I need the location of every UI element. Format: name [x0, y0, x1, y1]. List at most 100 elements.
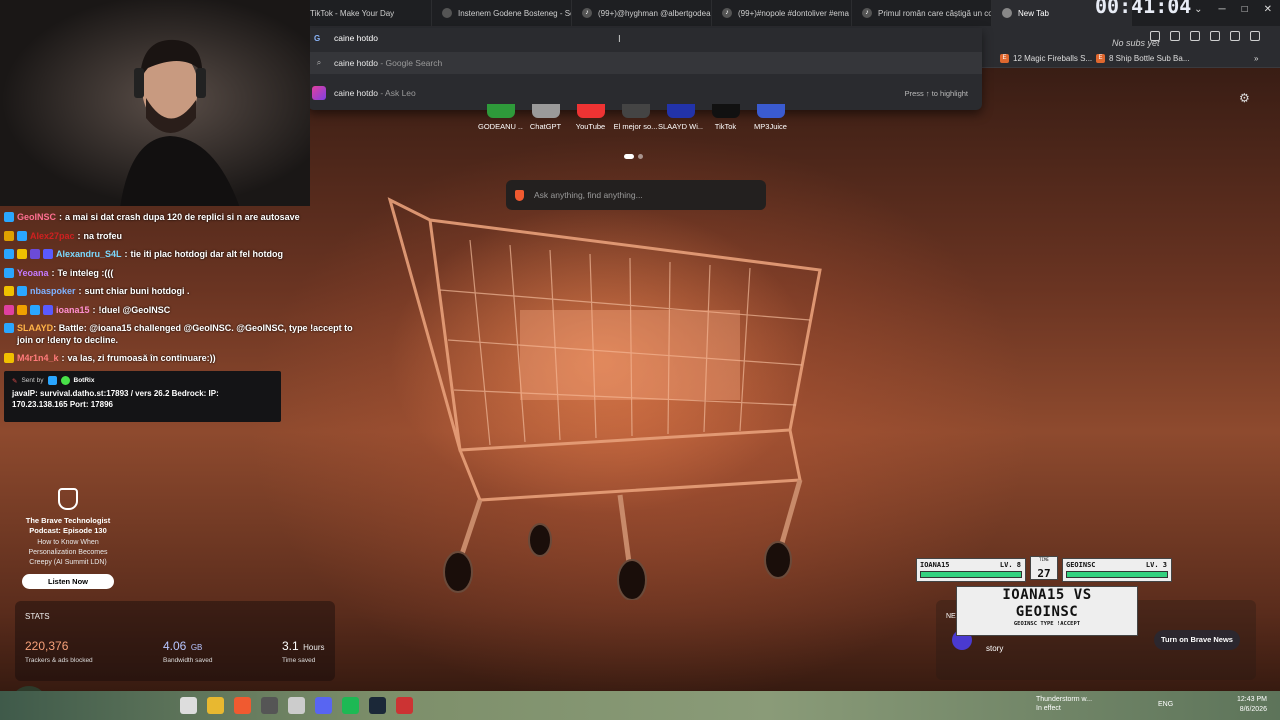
site-label: MP3Juice: [754, 122, 787, 131]
menu-icon[interactable]: [1250, 31, 1260, 41]
tiktok-icon: ♪: [582, 8, 592, 18]
discord-icon[interactable]: [315, 697, 332, 714]
weather-widget[interactable]: Thunderstorm w... In effect: [1036, 695, 1092, 713]
taskbar-apps: [180, 697, 413, 714]
listen-now-button[interactable]: Listen Now: [22, 574, 114, 589]
maximize-icon[interactable]: □: [1242, 4, 1248, 15]
app-icon[interactable]: [288, 697, 305, 714]
bookmark-icon: E: [1096, 54, 1105, 63]
badge-icon: [30, 249, 40, 259]
app-icon[interactable]: [261, 697, 278, 714]
top-sites-pager[interactable]: [624, 154, 643, 159]
chat-username: SLAAYD: [17, 323, 54, 333]
search-box[interactable]: Ask anything, find anything...: [506, 180, 766, 210]
site-label: GODEANU ...: [478, 122, 523, 131]
site-label: YouTube: [575, 122, 606, 131]
omnibox-dropdown: G caine hotdo I ⌕ caine hotdo - Google S…: [308, 28, 982, 110]
minimize-icon[interactable]: ─: [1218, 4, 1225, 15]
tab-1[interactable]: Instenem Godene Bosteneg - So: [432, 0, 572, 26]
close-icon[interactable]: ✕: [1264, 4, 1272, 15]
hp-fill: [921, 572, 1021, 577]
extensions-icon[interactable]: [1150, 31, 1160, 41]
site-label: ChatGPT: [529, 122, 562, 131]
chat-username: ioana15: [56, 304, 90, 315]
site-icon: [666, 104, 695, 118]
address-input[interactable]: caine hotdo: [334, 33, 378, 43]
timer-label: TIME: [1039, 557, 1049, 562]
weather-sub: In effect: [1036, 705, 1061, 712]
toolbar-icons: [1150, 31, 1260, 41]
stat-label: Bandwidth saved: [163, 657, 213, 664]
chevron-down-icon[interactable]: ⌄: [1194, 4, 1202, 15]
tab-3[interactable]: ♪ (99+)#nopole #dontoliver #ema: [712, 0, 852, 26]
sidebar-icon[interactable]: [1190, 31, 1200, 41]
chat-username: Alex27pac: [30, 230, 75, 241]
stats-title: STATS: [25, 612, 50, 621]
bookmarks-overflow-icon[interactable]: »: [1254, 54, 1258, 63]
address-bar[interactable]: G caine hotdo I: [308, 28, 982, 48]
window-controls: ⌄ ─ □ ✕: [1194, 4, 1272, 15]
tab-label: Instenem Godene Bosteneg - So: [458, 8, 572, 18]
duel-timer: TIME 27: [1030, 556, 1058, 580]
top-site[interactable]: El mejor so...: [613, 104, 658, 131]
search-placeholder: Ask anything, find anything...: [534, 190, 643, 200]
suggestion-google-search[interactable]: ⌕ caine hotdo - Google Search: [308, 52, 982, 74]
chat-text: tie iti plac hotdogi dar alt fel hotdog: [130, 249, 284, 259]
language-indicator[interactable]: ENG: [1158, 701, 1173, 708]
badge-icon: [4, 230, 14, 241]
brave-icon[interactable]: [234, 697, 251, 714]
wallet-icon[interactable]: [1210, 31, 1220, 41]
stat-value: 220,376: [25, 639, 69, 653]
badge-icon: [17, 230, 27, 241]
top-site[interactable]: GODEANU ...: [478, 104, 523, 131]
top-site[interactable]: ChatGPT: [523, 104, 568, 131]
tab-label: (99+)#nopole #dontoliver #ema: [738, 8, 849, 18]
task-view-icon[interactable]: [180, 697, 197, 714]
player-two-panel: GEOINSC LV. 3: [1062, 558, 1172, 582]
chat-username: M4r1n4_k: [17, 353, 59, 363]
site-icon: [621, 104, 650, 118]
google-icon: G: [314, 34, 321, 43]
chat-colon: :: [78, 286, 82, 296]
top-sites: GODEANU ... ChatGPT YouTube El mejor so.…: [478, 104, 793, 131]
chat-text: Battle: @ioana15 challenged @GeoINSC. @G…: [17, 323, 353, 345]
bookmark-label: 8 Ship Bottle Sub Ba...: [1109, 54, 1190, 63]
gear-icon[interactable]: ⚙: [1239, 91, 1250, 105]
obs-icon[interactable]: [396, 697, 413, 714]
site-icon: [576, 104, 605, 118]
system-clock[interactable]: 12:43 PM 8/6/2026: [1237, 695, 1267, 715]
site-label: El mejor so...: [613, 122, 658, 131]
spotify-icon[interactable]: [342, 697, 359, 714]
file-explorer-icon[interactable]: [207, 697, 224, 714]
badge-icon: [30, 304, 40, 315]
podcast-subtitle: How to Know When Personalization Becomes…: [28, 539, 108, 566]
news-story: story: [986, 644, 1004, 653]
bookmark-item[interactable]: E 12 Magic Fireballs S...: [1000, 54, 1092, 63]
top-site[interactable]: SLAAYD Wi...: [658, 104, 703, 131]
music-icon[interactable]: [1170, 31, 1180, 41]
tab-4[interactable]: ♪ Primul român care câștigă un co: [852, 0, 992, 26]
badge-icon: [17, 286, 27, 296]
shopping-cart-image: [387, 197, 822, 600]
site-icon: [531, 104, 560, 118]
stat-label: Time saved: [282, 657, 316, 664]
timer-value: 27: [1037, 567, 1051, 580]
tab-2[interactable]: ♪ (99+)@hyghman @albertgodea: [572, 0, 712, 26]
suggestion-ask-leo[interactable]: caine hotdo - Ask Leo Press ↑ to highlig…: [308, 82, 982, 104]
shield-icon[interactable]: [1230, 31, 1240, 41]
steam-icon[interactable]: [369, 697, 386, 714]
top-site[interactable]: MP3Juice: [748, 104, 793, 131]
badge-icon: [17, 249, 27, 259]
site-label: TikTok: [714, 122, 737, 131]
chat-colon: :: [92, 304, 96, 315]
chat-message: nbaspoker: sunt chiar buni hotdogi .: [4, 282, 356, 301]
podcast-card: The Brave Technologist Podcast: Episode …: [18, 488, 118, 589]
bookmark-item[interactable]: E 8 Ship Bottle Sub Ba...: [1096, 54, 1190, 63]
top-site[interactable]: YouTube: [568, 104, 613, 131]
chat-colon: :: [59, 212, 63, 222]
top-site[interactable]: TikTok: [703, 104, 748, 131]
tiktok-icon: ♪: [862, 8, 872, 18]
player-one-panel: IOANA15 LV. 8: [916, 558, 1026, 582]
badge-icon: [4, 267, 14, 278]
badge-icon: [4, 353, 14, 363]
